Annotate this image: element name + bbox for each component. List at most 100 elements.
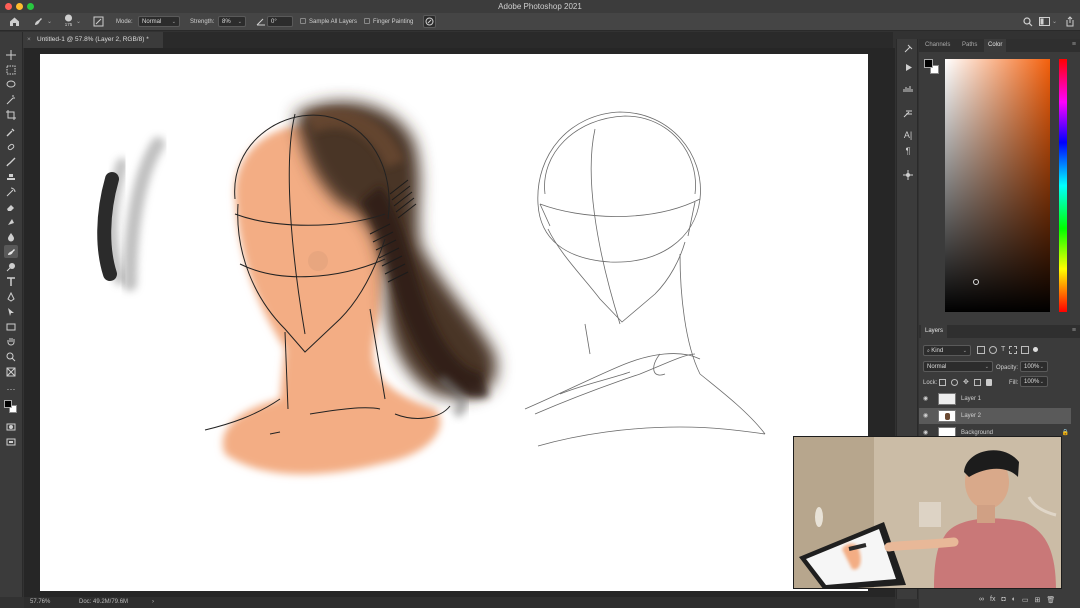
chevron-down-icon[interactable]: ⌄ xyxy=(76,16,81,28)
filter-toggle-icon[interactable] xyxy=(1033,347,1039,352)
finger-painting-option[interactable]: Finger Painting xyxy=(364,16,413,28)
eye-icon[interactable]: ◉ xyxy=(923,391,928,407)
new-group-icon[interactable]: ▭ xyxy=(1022,596,1029,604)
tab-color[interactable]: Color xyxy=(984,39,1007,52)
eraser-tool-icon[interactable] xyxy=(4,200,18,213)
sample-all-layers-option[interactable]: Sample All Layers xyxy=(300,16,357,28)
hue-slider[interactable] xyxy=(1059,59,1067,312)
lock-pixels-icon[interactable] xyxy=(951,379,958,386)
rectangle-tool-icon[interactable] xyxy=(4,320,18,333)
crop-tool-icon[interactable] xyxy=(4,108,18,121)
artboard-tool-icon[interactable] xyxy=(4,365,18,378)
eye-icon[interactable]: ◉ xyxy=(923,408,928,424)
search-icon[interactable] xyxy=(1021,15,1034,28)
color-picker-handle[interactable] xyxy=(973,279,979,285)
tab-paths[interactable]: Paths xyxy=(958,39,981,52)
clone-stamp-tool-icon[interactable] xyxy=(4,170,18,183)
brush-settings-panel-icon[interactable] xyxy=(901,107,915,119)
lock-transparent-icon[interactable] xyxy=(939,379,946,386)
history-panel-icon[interactable] xyxy=(901,43,915,55)
path-selection-tool-icon[interactable] xyxy=(4,305,18,318)
foreground-color-swatch[interactable] xyxy=(4,400,12,408)
home-icon[interactable] xyxy=(8,15,21,28)
pen-tool-icon[interactable] xyxy=(4,290,18,303)
layer-name[interactable]: Layer 1 xyxy=(961,391,981,407)
blur-tool-icon[interactable] xyxy=(4,230,18,243)
gradient-tool-icon[interactable] xyxy=(4,215,18,228)
layer-name[interactable]: Layer 2 xyxy=(961,408,981,424)
strength-input[interactable]: 8% ⌄ xyxy=(218,16,246,27)
screen-mode-icon[interactable] xyxy=(4,435,18,448)
link-layers-icon[interactable]: ∞ xyxy=(979,596,984,604)
lock-artboard-icon[interactable] xyxy=(973,379,981,386)
foreground-color-swatch[interactable] xyxy=(924,59,933,68)
delete-layer-icon[interactable]: 🗑 xyxy=(1046,596,1055,604)
adjustment-filter-icon[interactable] xyxy=(989,346,997,354)
opacity-input[interactable]: 100% ⌄ xyxy=(1020,361,1048,372)
smudge-tool-preset-icon[interactable] xyxy=(32,15,45,28)
marquee-tool-icon[interactable] xyxy=(4,63,18,76)
color-swatches[interactable] xyxy=(4,397,18,417)
fill-input[interactable]: 100% ⌄ xyxy=(1020,376,1048,387)
chevron-down-icon: ⌄ xyxy=(1039,364,1044,370)
dodge-tool-icon[interactable] xyxy=(4,260,18,273)
smudge-tool-icon[interactable] xyxy=(4,245,18,258)
layer-row-selected[interactable]: ◉ Layer 2 xyxy=(919,408,1071,424)
smart-object-filter-icon[interactable] xyxy=(1021,346,1030,354)
close-window-button[interactable] xyxy=(5,3,12,10)
move-tool-icon[interactable] xyxy=(4,48,18,61)
type-filter-icon[interactable]: T xyxy=(1001,346,1005,354)
brush-tool-icon[interactable] xyxy=(4,155,18,168)
magic-wand-tool-icon[interactable] xyxy=(4,93,18,106)
character-panel-icon[interactable]: A| xyxy=(901,129,915,141)
brushes-panel-icon[interactable] xyxy=(901,83,915,95)
blend-mode-select[interactable]: Normal ⌄ xyxy=(923,361,993,372)
color-field[interactable] xyxy=(945,59,1050,312)
pixel-filter-icon[interactable] xyxy=(977,346,985,354)
minimize-window-button[interactable] xyxy=(16,3,23,10)
layer-style-icon[interactable]: fx xyxy=(990,596,995,604)
more-tools-icon[interactable]: ··· xyxy=(4,382,18,395)
document-canvas[interactable] xyxy=(40,54,868,591)
panel-menu-icon[interactable]: ≡ xyxy=(1072,41,1076,48)
finger-painting-checkbox[interactable] xyxy=(364,18,370,25)
eyedropper-tool-icon[interactable] xyxy=(4,125,18,138)
brush-settings-icon[interactable] xyxy=(92,15,105,28)
type-tool-icon[interactable] xyxy=(4,275,18,288)
zoom-level[interactable]: 57.76% xyxy=(30,597,50,608)
shape-filter-icon[interactable] xyxy=(1009,346,1018,354)
chevron-down-icon[interactable]: ⌄ xyxy=(47,16,52,28)
add-mask-icon[interactable]: ◘ xyxy=(1001,596,1005,604)
mode-select[interactable]: Normal ⌄ xyxy=(138,16,180,27)
healing-brush-tool-icon[interactable] xyxy=(4,140,18,153)
layer-row[interactable]: ◉ Layer 1 xyxy=(919,391,1071,407)
zoom-tool-icon[interactable] xyxy=(4,350,18,363)
adjustment-layer-icon[interactable]: ◐ xyxy=(1012,596,1016,604)
new-layer-icon[interactable]: ⊞ xyxy=(1035,596,1041,604)
share-icon[interactable] xyxy=(1063,15,1076,28)
close-tab-icon[interactable]: × xyxy=(27,32,31,48)
foreground-background-swatch[interactable] xyxy=(4,400,18,414)
workspace-icon[interactable] xyxy=(1038,15,1051,28)
sample-all-layers-checkbox[interactable] xyxy=(300,18,306,25)
lock-all-icon[interactable] xyxy=(985,379,992,386)
actions-play-icon[interactable] xyxy=(901,61,915,73)
zoom-window-button[interactable] xyxy=(27,3,34,10)
tab-channels[interactable]: Channels xyxy=(921,39,954,52)
paragraph-panel-icon[interactable]: ¶ xyxy=(901,145,915,157)
angle-input[interactable]: 0° xyxy=(267,16,293,27)
history-brush-tool-icon[interactable] xyxy=(4,185,18,198)
tab-layers[interactable]: Layers xyxy=(921,325,948,338)
panel-menu-icon[interactable]: ≡ xyxy=(1072,327,1076,334)
lock-position-icon[interactable]: ✥ xyxy=(963,379,969,386)
chevron-right-icon[interactable]: › xyxy=(152,597,154,608)
hand-tool-icon[interactable] xyxy=(4,335,18,348)
pressure-icon[interactable] xyxy=(423,15,436,28)
brush-size-picker[interactable]: 175 xyxy=(62,14,75,27)
quick-mask-icon[interactable] xyxy=(4,420,18,433)
chevron-down-icon[interactable]: ⌄ xyxy=(1052,16,1057,28)
lasso-tool-icon[interactable] xyxy=(4,78,18,91)
adjustments-panel-icon[interactable] xyxy=(901,169,915,181)
layer-filter-select[interactable]: ⌕ Kind ⌄ xyxy=(923,345,971,356)
document-tab[interactable]: × Untitled-1 @ 57.8% (Layer 2, RGB/8) * xyxy=(23,32,163,48)
